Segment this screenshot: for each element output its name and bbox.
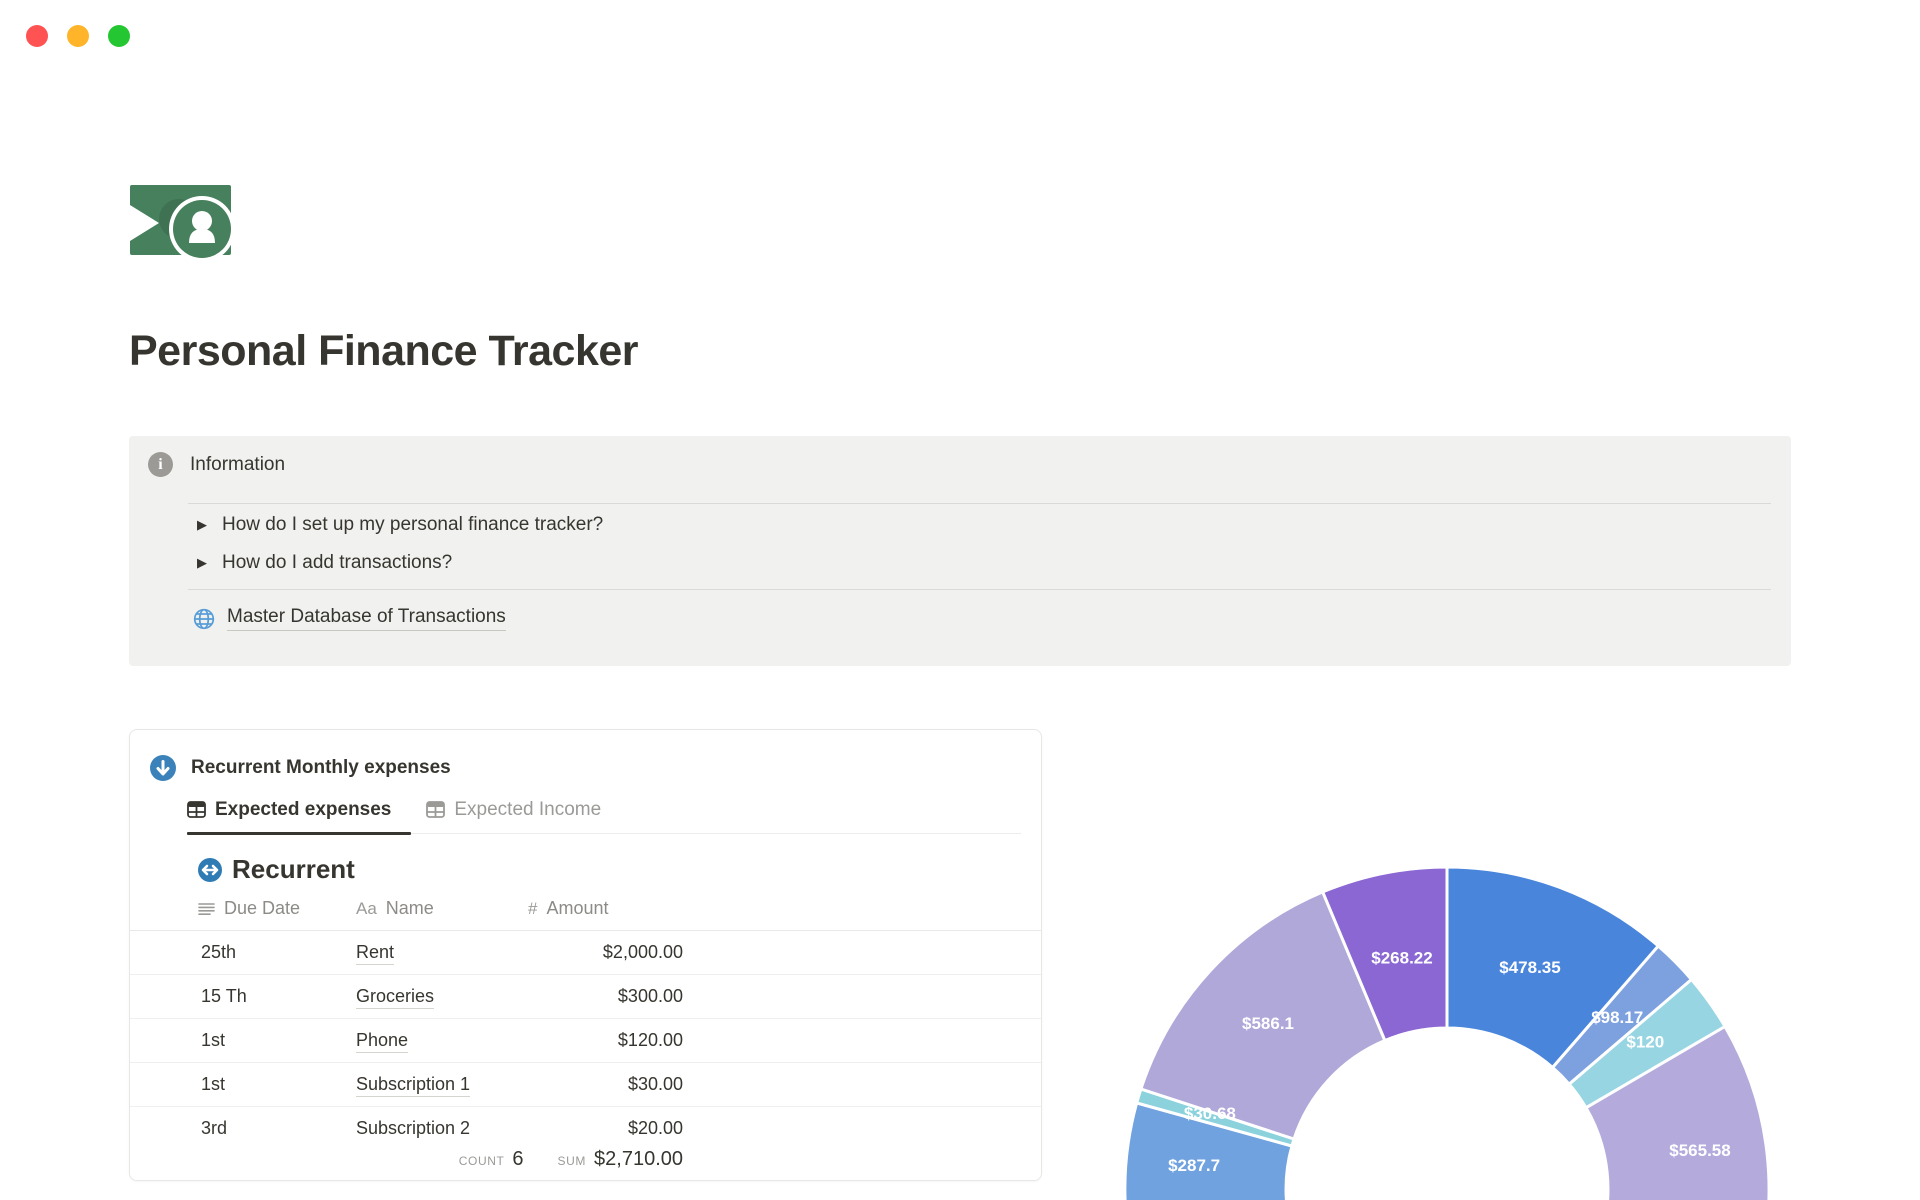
window-close-button[interactable] bbox=[26, 25, 48, 47]
dollar-banknote-icon bbox=[130, 185, 235, 262]
view-tabs: Expected expenses Expected Income bbox=[187, 792, 1021, 835]
name-cell[interactable]: Phone bbox=[356, 1030, 409, 1053]
list-icon bbox=[198, 902, 215, 915]
due-date-cell[interactable]: 1st bbox=[201, 1030, 225, 1051]
chart-segment-label: $98.17 bbox=[1591, 1008, 1643, 1027]
name-cell[interactable]: Subscription 2 bbox=[356, 1118, 471, 1141]
table-row: 1st Phone $120.00 bbox=[130, 1019, 1041, 1063]
name-cell[interactable]: Rent bbox=[356, 942, 395, 965]
amount-cell[interactable]: $2,000.00 bbox=[528, 942, 683, 963]
due-date-cell[interactable]: 3rd bbox=[201, 1118, 227, 1139]
name-cell[interactable]: Groceries bbox=[356, 986, 435, 1009]
active-tab-underline bbox=[187, 832, 411, 835]
table-view-icon bbox=[426, 801, 446, 818]
amount-cell[interactable]: $20.00 bbox=[528, 1118, 683, 1139]
chart-segment-label: $586.1 bbox=[1242, 1014, 1294, 1033]
information-callout: i Information ▶ How do I set up my perso… bbox=[129, 436, 1791, 666]
chart-segment-label: $120 bbox=[1626, 1033, 1664, 1052]
column-header-name[interactable]: Aa Name bbox=[356, 898, 434, 919]
donut-chart: $478.35 $98.17 $120 $565.58 $287.7 $30.68 $586… bbox=[1123, 865, 1771, 1200]
recurrent-expenses-card: Recurrent Monthly expenses Expected expe… bbox=[129, 729, 1042, 1181]
chart-segment-label: $478.35 bbox=[1499, 958, 1560, 977]
info-icon: i bbox=[148, 452, 173, 477]
amount-cell[interactable]: $120.00 bbox=[528, 1030, 683, 1051]
column-header-amount[interactable]: # Amount bbox=[528, 898, 609, 919]
toggle-triangle-icon: ▶ bbox=[197, 517, 207, 532]
page-icon[interactable] bbox=[129, 183, 239, 263]
toggle-add-transactions-question[interactable]: ▶ How do I add transactions? bbox=[195, 552, 452, 574]
table-view-icon bbox=[187, 801, 206, 818]
window-minimize-button[interactable] bbox=[67, 25, 89, 47]
toggle-triangle-icon: ▶ bbox=[197, 555, 207, 570]
card-title: Recurrent Monthly expenses bbox=[191, 757, 451, 778]
table-footer: COUNT 6 SUM $2,710.00 bbox=[130, 1139, 1041, 1180]
table-row: 25th Rent $2,000.00 bbox=[130, 931, 1041, 975]
window-zoom-button[interactable] bbox=[108, 25, 130, 47]
globe-icon bbox=[193, 608, 215, 629]
text-type-icon: Aa bbox=[356, 898, 377, 918]
amount-cell[interactable]: $300.00 bbox=[528, 986, 683, 1007]
amount-cell[interactable]: $30.00 bbox=[528, 1074, 683, 1095]
count-aggregate[interactable]: COUNT 6 bbox=[459, 1148, 524, 1171]
divider bbox=[188, 589, 1771, 590]
due-date-cell[interactable]: 1st bbox=[201, 1074, 225, 1095]
divider bbox=[188, 503, 1771, 504]
chart-segment-label: $268.22 bbox=[1371, 948, 1432, 967]
table-row: 1st Subscription 1 $30.00 bbox=[130, 1063, 1041, 1107]
down-arrow-circle-icon bbox=[150, 755, 176, 781]
table-column-headers: Due Date Aa Name # Amount bbox=[130, 898, 1041, 931]
toggle-setup-question[interactable]: ▶ How do I set up my personal finance tr… bbox=[195, 514, 603, 536]
master-database-link-label: Master Database of Transactions bbox=[227, 606, 506, 631]
section-title: Recurrent bbox=[232, 854, 355, 884]
chart-segment-label: $287.7 bbox=[1168, 1156, 1220, 1175]
column-header-due-date[interactable]: Due Date bbox=[198, 898, 300, 919]
left-right-arrow-circle-icon bbox=[198, 857, 222, 882]
chart-segment-label: $565.58 bbox=[1669, 1141, 1730, 1160]
tab-expected-income[interactable]: Expected Income bbox=[426, 792, 601, 833]
due-date-cell[interactable]: 25th bbox=[201, 942, 236, 963]
callout-title: Information bbox=[190, 453, 286, 475]
tab-expected-expenses[interactable]: Expected expenses bbox=[187, 792, 391, 833]
sum-aggregate[interactable]: SUM $2,710.00 bbox=[558, 1148, 683, 1171]
number-type-icon: # bbox=[528, 898, 538, 918]
chart-segment-label: $30.68 bbox=[1184, 1104, 1236, 1123]
name-cell[interactable]: Subscription 1 bbox=[356, 1074, 471, 1097]
page-title: Personal Finance Tracker bbox=[129, 327, 639, 375]
due-date-cell[interactable]: 15 Th bbox=[201, 986, 247, 1007]
table-row: 15 Th Groceries $300.00 bbox=[130, 975, 1041, 1019]
master-database-link[interactable]: Master Database of Transactions bbox=[192, 606, 506, 631]
